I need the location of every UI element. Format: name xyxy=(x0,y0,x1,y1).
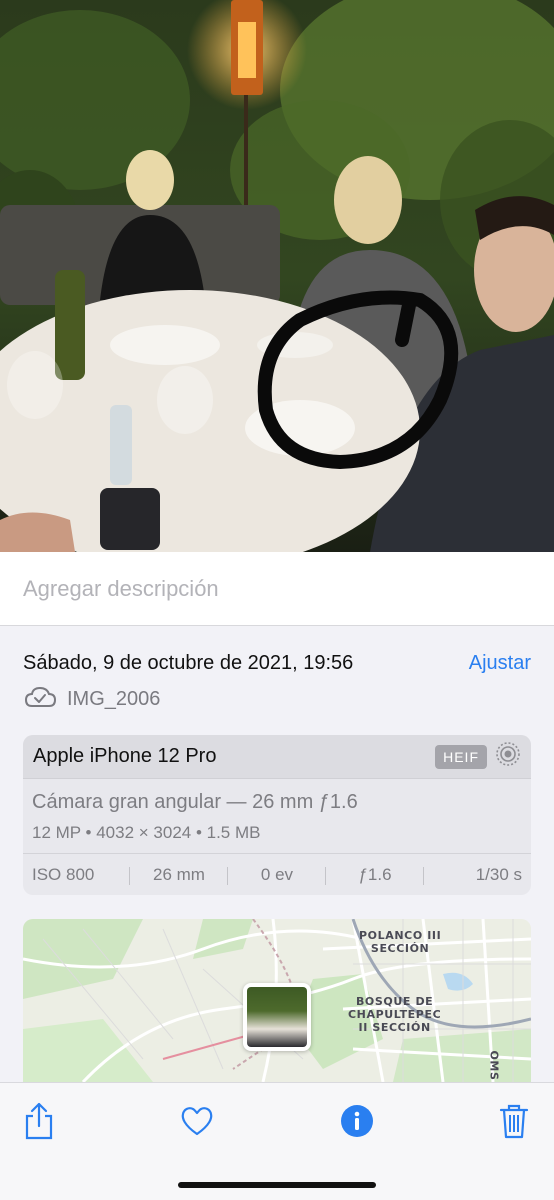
share-icon xyxy=(25,1102,53,1140)
map-label-polanco: POLANCO III SECCIÓN xyxy=(359,929,442,955)
live-photo-icon xyxy=(495,741,521,772)
exif-focal-length: 26 mm xyxy=(130,865,228,885)
favorite-button[interactable] xyxy=(177,1101,217,1141)
info-icon xyxy=(341,1105,373,1137)
photo-image xyxy=(0,0,554,552)
file-row: IMG_2006 xyxy=(23,686,160,712)
share-button[interactable] xyxy=(19,1101,59,1141)
device-badges: HEIF xyxy=(435,741,521,772)
exif-row: ISO 800 26 mm 0 ev ƒ1.6 1/30 s xyxy=(23,853,531,895)
device-name: Apple iPhone 12 Pro xyxy=(33,745,217,767)
photo[interactable] xyxy=(0,0,554,552)
map-label-road: OMS xyxy=(487,1050,501,1081)
trash-icon xyxy=(499,1104,529,1139)
map-photo-thumbnail xyxy=(247,987,307,1047)
map-photo-pin[interactable] xyxy=(243,983,311,1051)
heart-icon xyxy=(181,1107,213,1136)
home-indicator xyxy=(178,1182,376,1188)
icloud-check-icon xyxy=(23,686,57,713)
exif-aperture: ƒ1.6 xyxy=(326,865,424,885)
device-row: Apple iPhone 12 Pro HEIF xyxy=(23,735,531,779)
bottom-toolbar xyxy=(0,1082,554,1200)
adjust-button[interactable]: Ajustar xyxy=(469,652,531,675)
exif-shutter: 1/30 s xyxy=(475,864,522,884)
photo-date: Sábado, 9 de octubre de 2021, 19:56 xyxy=(23,652,354,674)
exif-iso: ISO 800 xyxy=(23,865,130,885)
caption-field[interactable]: Agregar descripción xyxy=(0,552,554,626)
info-panel: Sábado, 9 de octubre de 2021, 19:56 Ajus… xyxy=(0,626,554,1082)
info-button[interactable] xyxy=(337,1101,377,1141)
metadata-card: Apple iPhone 12 Pro HEIF Cámara gran ang… xyxy=(23,735,531,895)
lens-info: Cámara gran angular — 26 mm ƒ1.6 xyxy=(32,791,358,813)
map-label-chapultepec: BOSQUE DE CHAPULTEPEC II SECCIÓN xyxy=(348,995,442,1034)
format-badge: HEIF xyxy=(435,744,487,769)
location-map[interactable]: POLANCO III SECCIÓN BOSQUE DE CHAPULTEPEC I… xyxy=(23,919,531,1082)
caption-placeholder[interactable]: Agregar descripción xyxy=(23,576,219,602)
image-specs: 12 MP • 4032 × 3024 • 1.5 MB xyxy=(32,823,261,842)
filename: IMG_2006 xyxy=(67,687,161,710)
exif-exposure-bias: 0 ev xyxy=(228,865,326,885)
delete-button[interactable] xyxy=(494,1101,534,1141)
